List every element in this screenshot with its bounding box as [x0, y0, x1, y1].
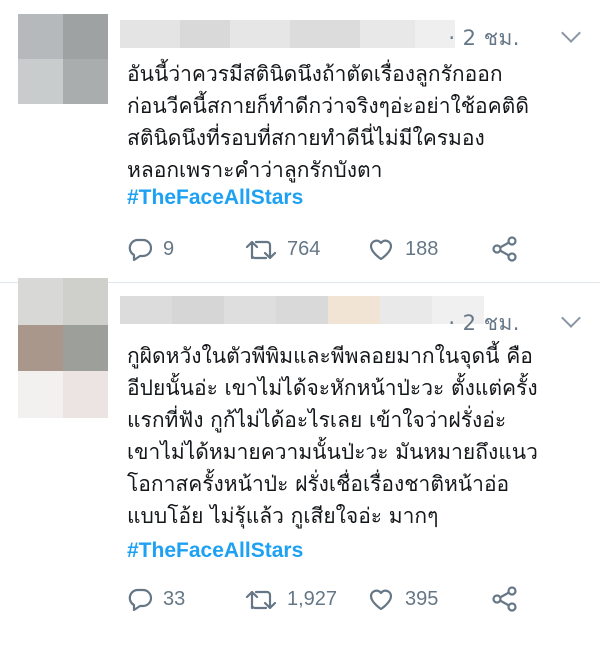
hashtag-link[interactable]: #TheFaceAllStars [127, 186, 303, 210]
reply-count: 9 [163, 237, 175, 260]
hashtag-link[interactable]: #TheFaceAllStars [127, 539, 303, 563]
retweet-count: 764 [287, 237, 321, 260]
caret-down-icon[interactable] [561, 308, 581, 328]
reply-button[interactable]: 9 [127, 232, 174, 266]
avatar-blurred[interactable] [18, 14, 108, 104]
retweet-button[interactable]: 1,927 [245, 582, 337, 616]
tweet-actions: 33 1,927 395 [127, 582, 547, 616]
username-blurred[interactable] [120, 296, 484, 324]
tweet-1[interactable]: · 2 ชม. อันนี้ว่าควรมีสตินิดนึงถ้าตัดเรื… [0, 0, 600, 283]
retweet-icon [245, 240, 277, 260]
like-icon [369, 589, 393, 611]
username-blurred[interactable] [120, 20, 455, 48]
share-button[interactable] [491, 232, 519, 266]
retweet-count: 1,927 [287, 587, 338, 610]
retweet-button[interactable]: 764 [245, 232, 320, 266]
reply-button[interactable]: 33 [127, 582, 185, 616]
avatar-blurred[interactable] [18, 278, 108, 418]
tweet-2[interactable]: · 2 ชม. กูผิดหวังในตัวพีพิมและพีพลอยมากใ… [0, 278, 600, 648]
reply-icon [128, 588, 153, 612]
like-button[interactable]: 188 [367, 232, 438, 266]
reply-count: 33 [163, 587, 186, 610]
tweet-text: อันนี้ว่าควรมีสตินิดนึงถ้าตัดเรื่องลูกรั… [127, 62, 529, 182]
tweet-text: กูผิดหวังในตัวพีพิมและพีพลอยมากในจุดนี้ … [127, 344, 538, 528]
tweet-actions: 9 764 188 [127, 232, 547, 266]
like-icon [369, 239, 393, 261]
like-button[interactable]: 395 [367, 582, 438, 616]
caret-down-icon[interactable] [561, 23, 581, 43]
tweet-timestamp[interactable]: · 2 ชม. [448, 22, 520, 55]
retweet-icon [245, 590, 277, 610]
share-icon [492, 586, 517, 612]
tweet-timestamp[interactable]: · 2 ชม. [448, 307, 520, 340]
like-count: 188 [405, 237, 439, 260]
reply-icon [128, 238, 153, 262]
share-icon [492, 236, 517, 262]
like-count: 395 [405, 587, 439, 610]
share-button[interactable] [491, 582, 519, 616]
